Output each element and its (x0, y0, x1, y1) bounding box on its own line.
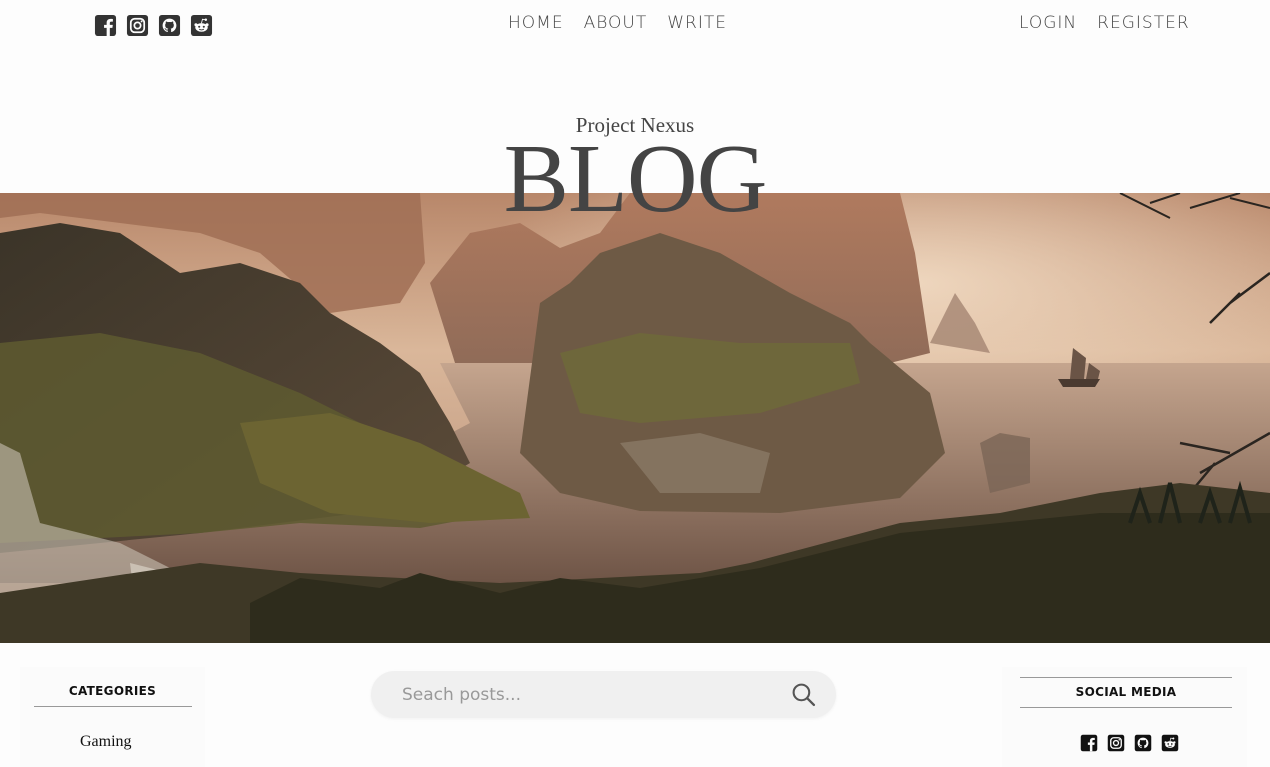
hero-image (0, 193, 1270, 643)
search-input[interactable] (402, 671, 782, 718)
categories-sidebar: CATEGORIES Gaming (20, 667, 205, 767)
nav-login-link[interactable]: LOGIN (1019, 13, 1077, 33)
nav-about-link[interactable]: ABOUT (584, 13, 648, 33)
nav-write-link[interactable]: WRITE (667, 13, 727, 33)
categories-title: CATEGORIES (68, 684, 157, 698)
sidebar-social-links (1080, 734, 1179, 752)
reddit-icon[interactable] (190, 14, 213, 37)
facebook-icon[interactable] (1080, 734, 1098, 752)
nav-register-link[interactable]: REGISTER (1097, 13, 1189, 33)
category-item-gaming[interactable]: Gaming (80, 733, 132, 751)
social-media-sidebar: SOCIAL MEDIA (1002, 667, 1247, 767)
top-social-links (94, 14, 213, 37)
search-bar (371, 671, 836, 718)
search-icon[interactable] (791, 682, 816, 707)
social-divider-top (1020, 677, 1232, 678)
auth-nav: LOGIN REGISTER (1019, 13, 1190, 33)
nav-home-link[interactable]: HOME (508, 13, 564, 33)
social-divider-bottom (1020, 707, 1232, 708)
categories-divider (34, 706, 192, 707)
facebook-icon[interactable] (94, 14, 117, 37)
top-bar: HOME ABOUT WRITE LOGIN REGISTER (0, 0, 1270, 50)
social-media-title: SOCIAL MEDIA (1075, 685, 1177, 699)
instagram-icon[interactable] (126, 14, 149, 37)
github-icon[interactable] (158, 14, 181, 37)
reddit-icon[interactable] (1161, 734, 1179, 752)
site-title: BLOG (503, 125, 768, 233)
main-nav: HOME ABOUT WRITE (508, 13, 727, 33)
github-icon[interactable] (1134, 734, 1152, 752)
instagram-icon[interactable] (1107, 734, 1125, 752)
